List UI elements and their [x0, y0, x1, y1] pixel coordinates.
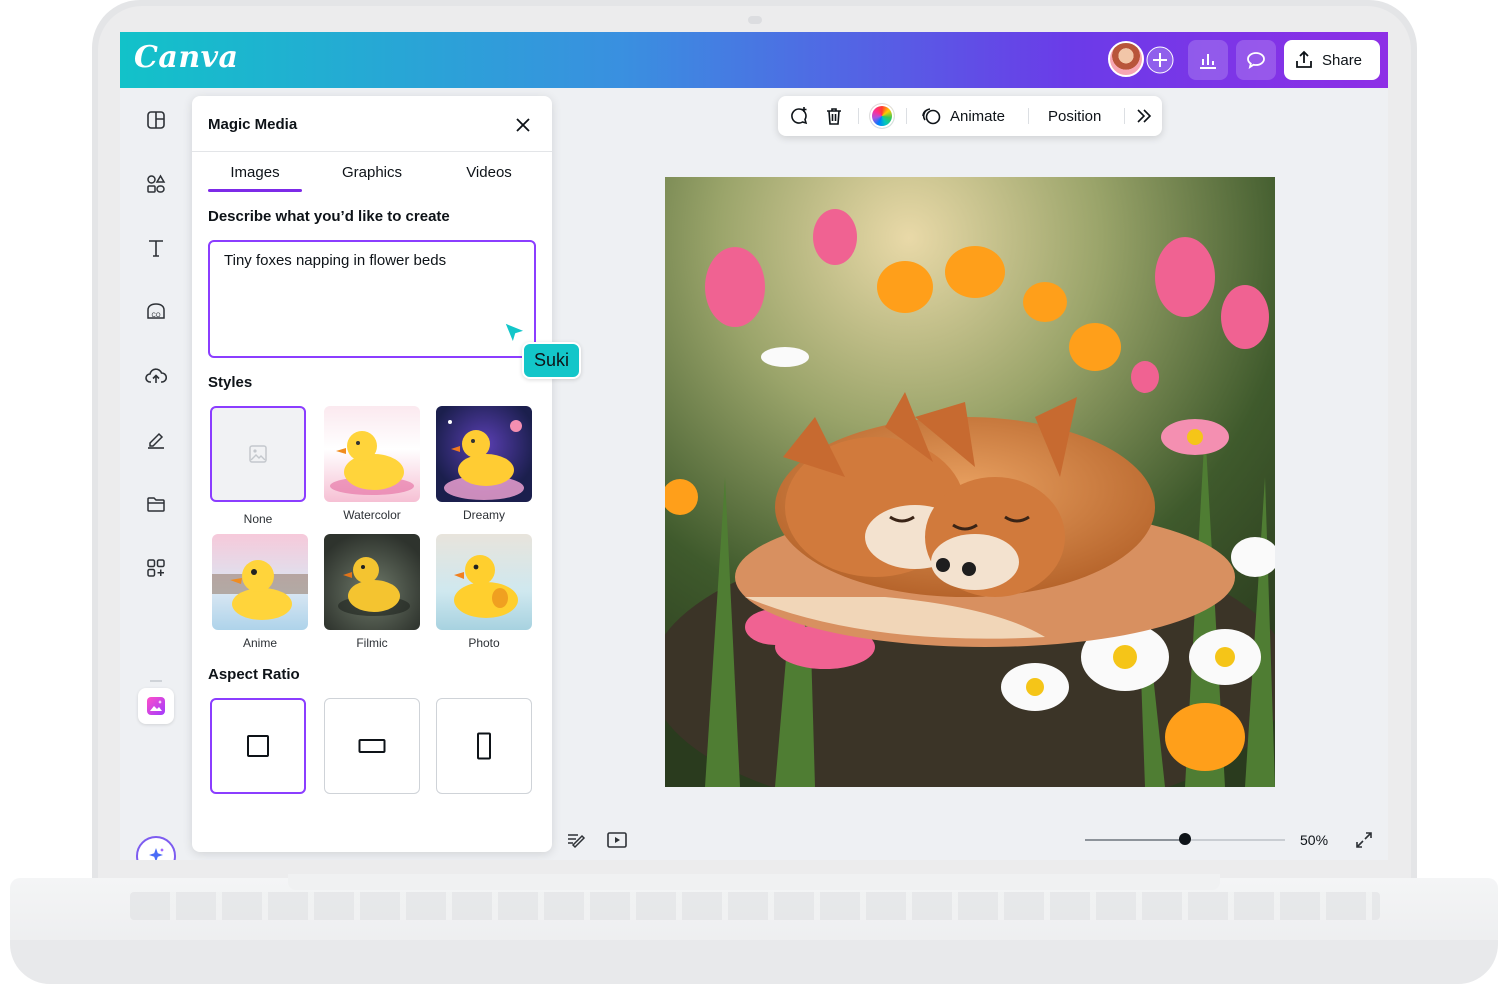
magic-media-icon[interactable]: [138, 688, 174, 724]
uploads-icon[interactable]: [144, 364, 168, 388]
style-photo-tile[interactable]: [436, 534, 532, 630]
laptop-base-bottom: [10, 940, 1498, 984]
collaborator-label: Suki: [522, 342, 582, 379]
style-none-label: None: [243, 512, 273, 526]
style-dreamy-tile[interactable]: [436, 406, 532, 502]
tab-graphics[interactable]: Graphics: [325, 164, 419, 181]
toolbar-divider: [1028, 108, 1029, 124]
element-toolbar: Animate Position: [778, 96, 1162, 136]
apps-icon[interactable]: [144, 556, 168, 580]
dreamy-duck-thumbnail: [444, 420, 524, 500]
laptop-camera: [748, 16, 762, 24]
draw-icon[interactable]: [144, 428, 168, 452]
aspect-square-button[interactable]: [210, 698, 306, 794]
aspect-portrait-button[interactable]: [436, 698, 532, 794]
filmic-duck-thumbnail: [338, 557, 410, 616]
share-label: Share: [1322, 51, 1363, 69]
laptop-hinge: [288, 874, 1220, 890]
position-button[interactable]: Position: [1048, 96, 1101, 136]
design-icon[interactable]: [144, 108, 168, 132]
active-tab-indicator: [208, 189, 302, 192]
style-watercolor-label: Watercolor: [343, 508, 401, 522]
style-anime-label: Anime: [242, 636, 277, 650]
photo-duck-thumbnail: [454, 555, 518, 618]
trash-icon[interactable]: [824, 96, 844, 136]
magic-icon[interactable]: [136, 836, 176, 860]
side-rail: CO: [120, 88, 192, 860]
projects-icon[interactable]: [144, 492, 168, 516]
canvas-image[interactable]: [665, 177, 1275, 787]
tab-images[interactable]: Images: [208, 164, 302, 181]
style-none-tile[interactable]: [210, 406, 306, 502]
anime-duck-thumbnail: [212, 560, 308, 620]
screen: Canva Share CO Magic Media Images Graphi…: [120, 32, 1388, 860]
styles-label: Styles: [208, 374, 253, 391]
text-icon[interactable]: [144, 236, 168, 260]
tab-videos[interactable]: Videos: [442, 164, 536, 181]
image-placeholder-icon: [249, 445, 267, 463]
notes-icon[interactable]: [566, 830, 588, 852]
share-icon: [1296, 50, 1312, 68]
fullscreen-icon[interactable]: [1354, 830, 1376, 852]
toolbar-divider: [858, 108, 859, 124]
analytics-icon: [1200, 54, 1216, 69]
style-watercolor-tile[interactable]: [324, 406, 420, 502]
square-ratio-icon: [247, 735, 269, 757]
avatar[interactable]: [1108, 41, 1144, 77]
add-collaborator-button[interactable]: [1140, 40, 1180, 80]
present-icon[interactable]: [606, 830, 628, 852]
zoom-slider-handle[interactable]: [1179, 833, 1191, 845]
animate-button[interactable]: Animate: [920, 96, 1005, 136]
style-photo-label: Photo: [468, 636, 500, 650]
analytics-button[interactable]: [1188, 40, 1228, 80]
magic-media-panel: Magic Media Images Graphics Videos Descr…: [192, 96, 552, 852]
laptop-keyboard: [130, 892, 1380, 920]
canva-logo[interactable]: Canva: [134, 40, 239, 75]
svg-text:CO: CO: [152, 313, 161, 319]
comment-add-icon[interactable]: [788, 96, 810, 136]
animate-label: Animate: [950, 107, 1006, 125]
brand-icon[interactable]: CO: [144, 300, 168, 324]
more-options-icon[interactable]: [1134, 96, 1154, 136]
share-button[interactable]: Share: [1284, 40, 1380, 80]
sleeping-foxes-image: [665, 177, 1275, 787]
style-filmic-tile[interactable]: [324, 534, 420, 630]
style-filmic-label: Filmic: [356, 636, 388, 650]
add-icon: [1146, 46, 1174, 74]
color-picker-icon[interactable]: [870, 96, 894, 136]
landscape-ratio-icon: [358, 739, 386, 753]
zoom-percentage[interactable]: 50%: [1300, 832, 1328, 848]
toolbar-divider: [906, 108, 907, 124]
elements-icon[interactable]: [144, 172, 168, 196]
prompt-label: Describe what you’d like to create: [208, 208, 450, 225]
watercolor-duck-thumbnail: [330, 431, 414, 495]
zoom-slider-fill: [1085, 839, 1185, 841]
panel-title: Magic Media: [208, 116, 298, 133]
prompt-input[interactable]: Tiny foxes napping in flower beds: [208, 240, 536, 358]
panel-divider: [192, 151, 552, 152]
style-anime-tile[interactable]: [212, 534, 308, 630]
comment-button[interactable]: [1236, 40, 1276, 80]
portrait-ratio-icon: [477, 732, 491, 760]
aspect-landscape-button[interactable]: [324, 698, 420, 794]
app-header: Canva Share: [120, 32, 1388, 88]
animate-icon: [922, 108, 941, 125]
position-label: Position: [1048, 107, 1102, 125]
style-dreamy-label: Dreamy: [462, 508, 505, 522]
aspect-ratio-label: Aspect Ratio: [208, 666, 300, 683]
comment-icon: [1247, 52, 1265, 69]
toolbar-divider: [1124, 108, 1125, 124]
close-icon[interactable]: [512, 114, 534, 136]
rail-divider: [150, 680, 162, 682]
